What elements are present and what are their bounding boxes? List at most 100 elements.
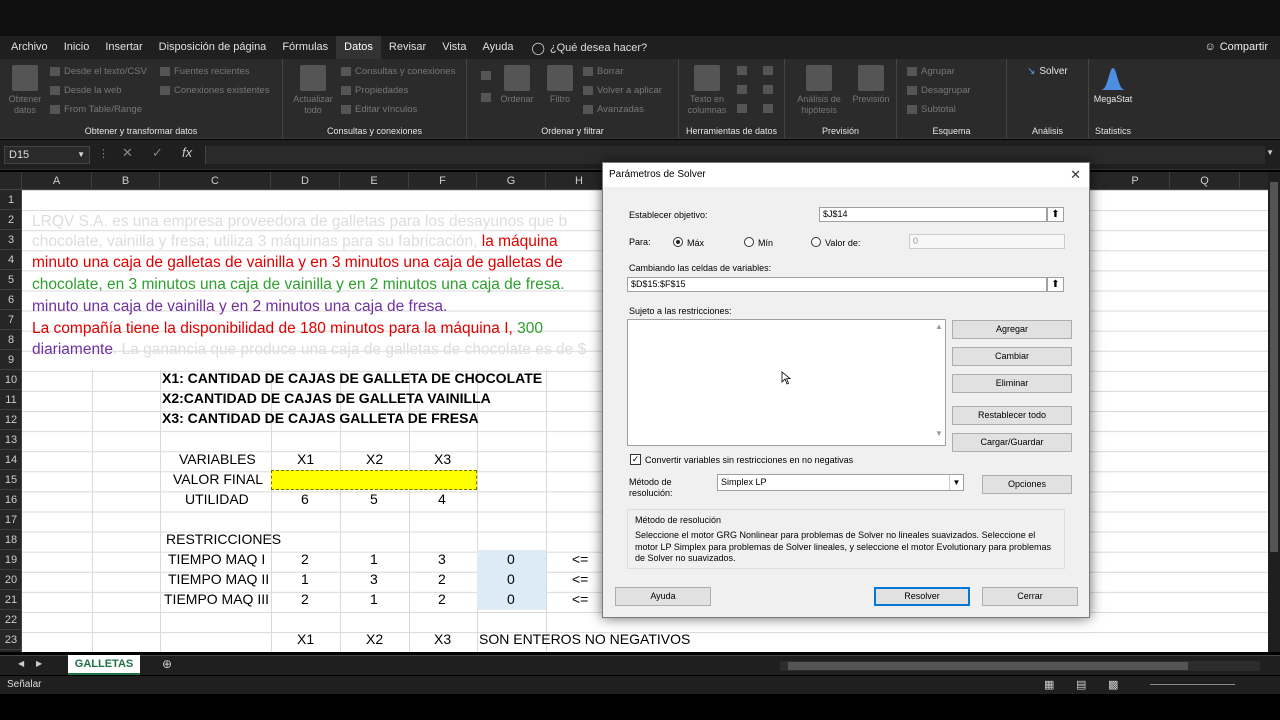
- tab-ayuda[interactable]: Ayuda: [474, 36, 521, 59]
- tab-archivo[interactable]: Archivo: [3, 36, 56, 59]
- group-button[interactable]: Agrupar: [907, 66, 955, 77]
- data-model-button[interactable]: [763, 104, 773, 113]
- row-header[interactable]: 8: [0, 330, 22, 350]
- hscroll-thumb[interactable]: [788, 662, 1188, 670]
- row-header[interactable]: 1: [0, 190, 22, 210]
- col-header-a[interactable]: A: [22, 172, 92, 190]
- tab-vista[interactable]: Vista: [434, 36, 474, 59]
- row-header[interactable]: 22: [0, 610, 22, 630]
- recent-sources-button[interactable]: Fuentes recientes: [160, 66, 250, 77]
- share-button[interactable]: ☺ Compartir: [1204, 36, 1268, 59]
- help-button[interactable]: Ayuda: [615, 587, 711, 606]
- tab-disposicion[interactable]: Disposición de página: [151, 36, 275, 59]
- queries-connections-button[interactable]: Consultas y conexiones: [341, 66, 455, 77]
- existing-connections-button[interactable]: Conexiones existentes: [160, 85, 270, 96]
- function-icon[interactable]: fx: [182, 145, 192, 160]
- megastat-button[interactable]: MegaStat: [1089, 65, 1137, 105]
- scroll-thumb[interactable]: [1270, 182, 1278, 552]
- sort-za-button[interactable]: [481, 93, 491, 102]
- row-header[interactable]: 14: [0, 450, 22, 470]
- collapse-objective-icon[interactable]: ⬆: [1047, 207, 1064, 222]
- collapse-changing-icon[interactable]: ⬆: [1047, 277, 1064, 292]
- changing-cells-input[interactable]: $D$15:$F$15: [627, 277, 1047, 292]
- row-header[interactable]: 9: [0, 350, 22, 370]
- expand-formula-icon[interactable]: ▼: [1266, 148, 1274, 157]
- col-header-b[interactable]: B: [92, 172, 160, 190]
- close-button[interactable]: Cerrar: [982, 587, 1078, 606]
- add-sheet-icon[interactable]: ⊕: [162, 657, 172, 671]
- col-header-c[interactable]: C: [160, 172, 271, 190]
- row-header[interactable]: 17: [0, 510, 22, 530]
- normal-view-icon[interactable]: ▦: [1044, 678, 1054, 691]
- max-radio[interactable]: [673, 237, 683, 247]
- row-header[interactable]: 10: [0, 370, 22, 390]
- solve-button[interactable]: Resolver: [874, 587, 970, 606]
- edit-links-button[interactable]: Editar vínculos: [341, 104, 417, 115]
- col-header-q[interactable]: Q: [1170, 172, 1240, 190]
- load-save-button[interactable]: Cargar/Guardar: [952, 433, 1072, 452]
- row-header[interactable]: 6: [0, 290, 22, 310]
- relationships-button[interactable]: [763, 85, 773, 94]
- advanced-button[interactable]: Avanzadas: [583, 104, 644, 115]
- variable-cells-selection[interactable]: [271, 470, 477, 490]
- col-header-f[interactable]: F: [409, 172, 477, 190]
- from-table-button[interactable]: From Table/Range: [50, 104, 142, 115]
- zoom-slider[interactable]: [1150, 684, 1235, 685]
- col-header-g[interactable]: G: [477, 172, 546, 190]
- page-layout-icon[interactable]: ▤: [1076, 678, 1086, 691]
- reset-all-button[interactable]: Restablecer todo: [952, 406, 1072, 425]
- row-header[interactable]: 18: [0, 530, 22, 550]
- consolidate-button[interactable]: [763, 66, 773, 75]
- col-header-p[interactable]: P: [1101, 172, 1170, 190]
- add-button[interactable]: Agregar: [952, 320, 1072, 339]
- reapply-button[interactable]: Volver a aplicar: [583, 85, 662, 96]
- row-header[interactable]: 3: [0, 230, 22, 250]
- col-header-e[interactable]: E: [340, 172, 409, 190]
- method-select[interactable]: Simplex LP ▼: [717, 474, 964, 491]
- row-header[interactable]: 13: [0, 430, 22, 450]
- row-header[interactable]: 23: [0, 630, 22, 650]
- row-header[interactable]: 5: [0, 270, 22, 290]
- enter-icon[interactable]: ✓: [152, 145, 163, 161]
- name-box[interactable]: D15 ▼: [4, 146, 90, 164]
- prev-sheet-icon[interactable]: ◀: [18, 659, 24, 668]
- row-header[interactable]: 12: [0, 410, 22, 430]
- sort-button[interactable]: Ordenar: [497, 65, 537, 105]
- refresh-all-button[interactable]: Actualizar todo: [289, 65, 337, 116]
- delete-button[interactable]: Eliminar: [952, 374, 1072, 393]
- tab-datos[interactable]: Datos: [336, 36, 381, 59]
- validation-button[interactable]: [737, 104, 747, 113]
- list-scrollbar[interactable]: ▲ ▼: [933, 320, 945, 445]
- tab-inicio[interactable]: Inicio: [56, 36, 98, 59]
- col-header-d[interactable]: D: [271, 172, 340, 190]
- min-radio[interactable]: [744, 237, 754, 247]
- text-to-columns-button[interactable]: Texto en columnas: [683, 65, 731, 116]
- clear-filter-button[interactable]: Borrar: [583, 66, 623, 77]
- sort-az-button[interactable]: [481, 71, 491, 80]
- from-web-button[interactable]: Desde la web: [50, 85, 122, 96]
- horizontal-scrollbar[interactable]: [780, 661, 1260, 671]
- tab-revisar[interactable]: Revisar: [381, 36, 434, 59]
- row-header[interactable]: 21: [0, 590, 22, 610]
- nonnegative-checkbox[interactable]: ✓: [630, 454, 641, 465]
- select-all-corner[interactable]: [0, 172, 22, 190]
- row-header[interactable]: 19: [0, 550, 22, 570]
- row-header[interactable]: 7: [0, 310, 22, 330]
- subtotal-button[interactable]: Subtotal: [907, 104, 956, 115]
- vertical-scrollbar[interactable]: [1268, 172, 1280, 652]
- row-header[interactable]: 15: [0, 470, 22, 490]
- value-of-input[interactable]: 0: [909, 234, 1065, 249]
- properties-button[interactable]: Propiedades: [341, 85, 408, 96]
- page-break-icon[interactable]: ▩: [1108, 678, 1118, 691]
- change-button[interactable]: Cambiar: [952, 347, 1072, 366]
- get-data-button[interactable]: Obtener datos: [6, 65, 44, 116]
- row-header[interactable]: 11: [0, 390, 22, 410]
- filter-button[interactable]: Filtro: [543, 65, 577, 105]
- what-if-button[interactable]: Análisis de hipótesis: [791, 65, 847, 116]
- flash-fill-button[interactable]: [737, 66, 747, 75]
- close-icon[interactable]: ✕: [1070, 167, 1081, 183]
- row-header[interactable]: 4: [0, 250, 22, 270]
- next-sheet-icon[interactable]: ▶: [36, 659, 42, 668]
- cancel-icon[interactable]: ✕: [122, 145, 133, 161]
- row-header[interactable]: 16: [0, 490, 22, 510]
